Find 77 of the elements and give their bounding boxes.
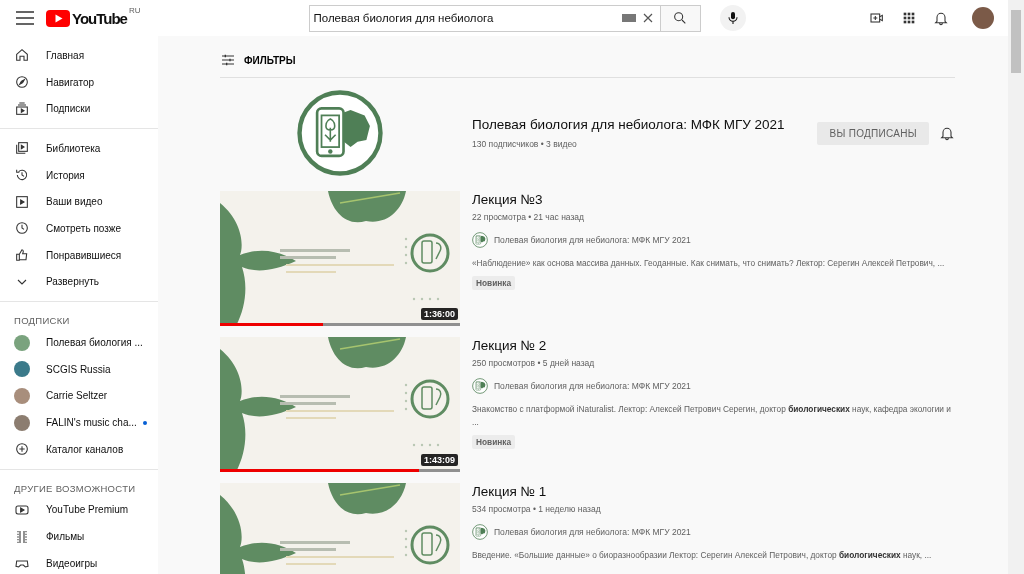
add-circle-icon — [14, 441, 30, 458]
channel-name[interactable]: Полевая биология для небиолога: МФК МГУ 2021 — [494, 235, 691, 245]
bell-icon — [939, 125, 955, 141]
sidebar-item[interactable]: SCGIS Russia — [0, 355, 158, 383]
video-meta: 534 просмотра • 1 неделю назад — [472, 504, 602, 514]
video-title[interactable]: Лекция №3 — [472, 192, 955, 207]
menu-icon[interactable] — [16, 11, 34, 25]
channel-avatar — [472, 524, 488, 540]
duration-label: 1:36:00 — [420, 308, 458, 320]
sidebar-item[interactable]: Видеоигры — [0, 550, 158, 574]
subscriptions-icon — [14, 100, 30, 117]
thumbnail-drawing[interactable] — [220, 191, 460, 326]
search-button[interactable] — [659, 4, 701, 32]
channel-avatar — [472, 232, 488, 248]
logo-text[interactable]: YouTube — [72, 9, 127, 27]
duration-label: 1:43:09 — [420, 454, 458, 466]
scrollbar[interactable] — [1008, 0, 1024, 574]
sidebar-item[interactable]: Фильмы — [0, 523, 158, 550]
clear-icon[interactable] — [641, 12, 654, 24]
video-plus-icon — [869, 10, 885, 26]
search-icon — [672, 10, 688, 26]
sidebar-item[interactable]: Смотреть позже — [0, 215, 158, 242]
video-title[interactable]: Лекция № 1 — [472, 484, 955, 499]
subscribe-button[interactable]: ВЫ ПОДПИСАНЫ — [817, 121, 929, 145]
video-meta: 22 просмотра • 21 час назад — [472, 212, 586, 222]
new-badge: Новинка — [472, 435, 516, 449]
sliders-icon — [220, 52, 236, 68]
notify-bell-button[interactable] — [939, 125, 955, 141]
sidebar-item[interactable]: Carrie Seltzer — [0, 382, 158, 410]
channel-stats: 130 подписчиков • 3 видео — [472, 139, 578, 149]
section-heading: ДРУГИЕ ВОЗМОЖНОСТИ — [13, 481, 137, 496]
keyboard-icon[interactable] — [621, 14, 636, 22]
film-strip-icon — [14, 528, 30, 545]
apps-grid-icon — [901, 10, 917, 26]
bell-icon — [933, 10, 949, 26]
sidebar-item[interactable]: Понравившиеся — [0, 241, 158, 269]
filters-button[interactable]: ФИЛЬТРЫ — [220, 52, 296, 68]
channel-avatar — [14, 334, 30, 351]
sidebar-item[interactable]: История — [0, 161, 158, 189]
sidebar-item[interactable]: Навигатор — [0, 68, 158, 96]
logo-play-icon[interactable] — [46, 9, 70, 27]
sidebar-item[interactable]: YouTube Premium — [0, 496, 158, 524]
sidebar-item[interactable]: Библиотека — [0, 135, 158, 162]
compass-icon — [14, 74, 30, 91]
region-label: RU — [128, 5, 141, 15]
video-meta: 250 просмотров • 5 дней назад — [472, 358, 596, 368]
new-badge: Новинка — [472, 276, 516, 290]
search-input[interactable]: Полевая биология для небиолога — [313, 12, 622, 24]
play-square-icon — [14, 193, 30, 210]
thumbs-up-icon — [14, 247, 30, 264]
channel-name[interactable]: Полевая биология для небиолога: МФК МГУ 2021 — [472, 117, 818, 132]
channel-name[interactable]: Полевая биология для небиолога: МФК МГУ 2021 — [494, 527, 691, 537]
sidebar-item[interactable]: Главная — [0, 42, 158, 69]
video-description: Введение. «Большие данные» о биоразнообразии Лектор: Серегин Алексей Петрович, доктор биологических наук, ... — [472, 549, 933, 562]
microphone-button[interactable] — [719, 5, 746, 31]
channel-avatar — [14, 387, 30, 404]
scrollbar-thumb[interactable] — [1011, 10, 1021, 73]
sidebar-item[interactable]: Подписки — [0, 95, 158, 123]
library-icon — [14, 140, 30, 157]
channel-avatar — [14, 361, 30, 378]
sidebar-item[interactable]: FALIN's music cha... — [0, 409, 158, 436]
sidebar-item[interactable]: Развернуть — [0, 268, 158, 296]
user-avatar[interactable] — [972, 7, 994, 29]
channel-avatar — [14, 414, 30, 431]
home-icon — [14, 47, 30, 64]
thumbnail-drawing[interactable] — [220, 337, 460, 472]
video-description: Знакомство с платформой iNaturalist. Лектор: Алексей Петрович Серегин, доктор биологических наук, кафедра экологии и ... — [472, 403, 952, 429]
video-description: «Наблюдение» как основа массива данных. Геоданные. Как снимать, что снимать? Лектор: Серегин Алексей Петрович, ... — [472, 257, 946, 270]
sidebar-item[interactable]: Каталог каналов — [0, 435, 158, 463]
channel-name[interactable]: Полевая биология для небиолога: МФК МГУ 2021 — [494, 381, 691, 391]
clock-icon — [14, 220, 30, 237]
section-heading: ПОДПИСКИ — [13, 314, 71, 329]
sidebar-item[interactable]: Ваши видео — [0, 188, 158, 216]
video-title[interactable]: Лекция № 2 — [472, 338, 955, 353]
channel-avatar — [472, 378, 488, 394]
sidebar-item[interactable]: Полевая биология ... — [0, 329, 158, 356]
search-field[interactable]: Полевая биология для небиолога — [308, 4, 660, 32]
